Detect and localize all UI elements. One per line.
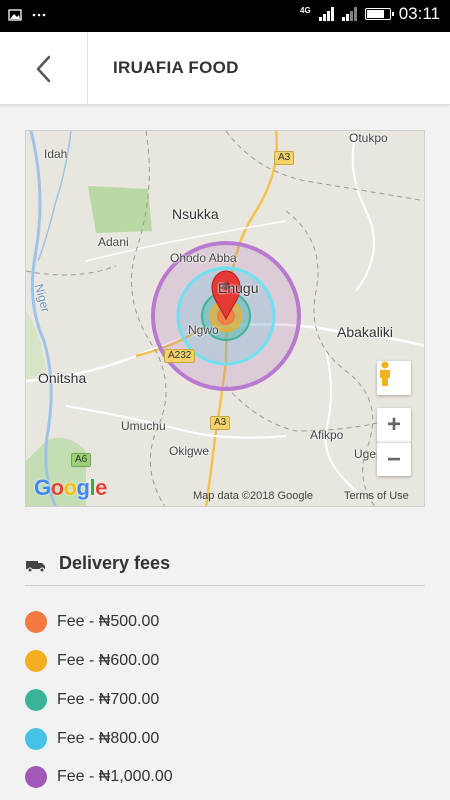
map-label-idah: Idah bbox=[44, 147, 68, 161]
road-shield-a6: A6 bbox=[71, 453, 92, 467]
terms-of-use-link[interactable]: Terms of Use bbox=[344, 490, 409, 502]
fee-color-dot bbox=[25, 689, 47, 711]
map-label-umuchu: Umuchu bbox=[121, 419, 166, 433]
app-bar: IRUAFIA FOOD bbox=[0, 32, 450, 105]
more-dots-icon bbox=[32, 13, 46, 17]
status-bar: 4G 03:11 bbox=[0, 0, 450, 32]
road-shield-a232: A232 bbox=[164, 349, 196, 363]
road-shield-a3-bottom: A3 bbox=[210, 416, 231, 430]
fee-item: Fee - ₦500.00 bbox=[25, 610, 159, 634]
map-label-afikpo: Afikpo bbox=[310, 428, 344, 442]
map-label-onitsha: Onitsha bbox=[38, 370, 87, 386]
map-label-enugu: Enugu bbox=[218, 280, 259, 296]
map-attribution: Map data ©2018 Google bbox=[193, 490, 314, 502]
zoom-out-button[interactable]: − bbox=[377, 442, 411, 476]
zoom-in-button[interactable]: + bbox=[377, 408, 411, 442]
signal-icon-2 bbox=[341, 7, 357, 21]
delivery-map[interactable]: Idah Otukpo A3 Nsukka Adani Ohodo Abba E… bbox=[25, 130, 425, 507]
back-button[interactable] bbox=[0, 32, 88, 105]
fee-item: Fee - ₦800.00 bbox=[25, 727, 159, 751]
fee-label: Fee - ₦500.00 bbox=[57, 613, 160, 630]
google-logo: Google bbox=[34, 475, 107, 500]
page-title: IRUAFIA FOOD bbox=[113, 58, 239, 77]
map-label-ohodo-abba: Ohodo Abba bbox=[170, 251, 237, 265]
fee-item: Fee - ₦600.00 bbox=[25, 649, 159, 673]
street-view-pegman-button[interactable] bbox=[377, 361, 411, 395]
map-label-ngwo: Ngwo bbox=[188, 323, 219, 337]
fee-color-dot bbox=[25, 611, 47, 633]
fee-item: Fee - ₦1,000.00 bbox=[25, 765, 173, 789]
fee-label: Fee - ₦1,000.00 bbox=[57, 768, 173, 785]
delivery-fees-header: Delivery fees bbox=[25, 553, 425, 586]
pegman-icon bbox=[380, 361, 390, 386]
fee-item: Fee - ₦700.00 bbox=[25, 688, 159, 712]
chevron-left-icon bbox=[36, 55, 50, 82]
battery-icon bbox=[364, 8, 394, 20]
truck-icon bbox=[26, 561, 45, 573]
map-label-nsukka: Nsukka bbox=[172, 206, 219, 222]
signal-icon bbox=[318, 7, 334, 21]
road-shield-a3-top: A3 bbox=[274, 151, 295, 165]
fee-label: Fee - ₦600.00 bbox=[57, 652, 160, 669]
fee-label: Fee - ₦700.00 bbox=[57, 691, 160, 708]
map-label-adani: Adani bbox=[98, 235, 129, 249]
fee-label: Fee - ₦800.00 bbox=[57, 730, 160, 747]
fee-color-dot bbox=[25, 650, 47, 672]
map-label-otukpo: Otukpo bbox=[349, 131, 388, 145]
network-type: 4G bbox=[300, 5, 311, 15]
delivery-fees-title: Delivery fees bbox=[59, 553, 171, 573]
map-label-abakaliki: Abakaliki bbox=[337, 324, 394, 340]
fee-color-dot bbox=[25, 766, 47, 788]
map-label-okigwe: Okigwe bbox=[169, 444, 210, 458]
fee-color-dot bbox=[25, 728, 47, 750]
image-notification-icon bbox=[8, 9, 22, 21]
status-time: 03:11 bbox=[398, 4, 440, 23]
